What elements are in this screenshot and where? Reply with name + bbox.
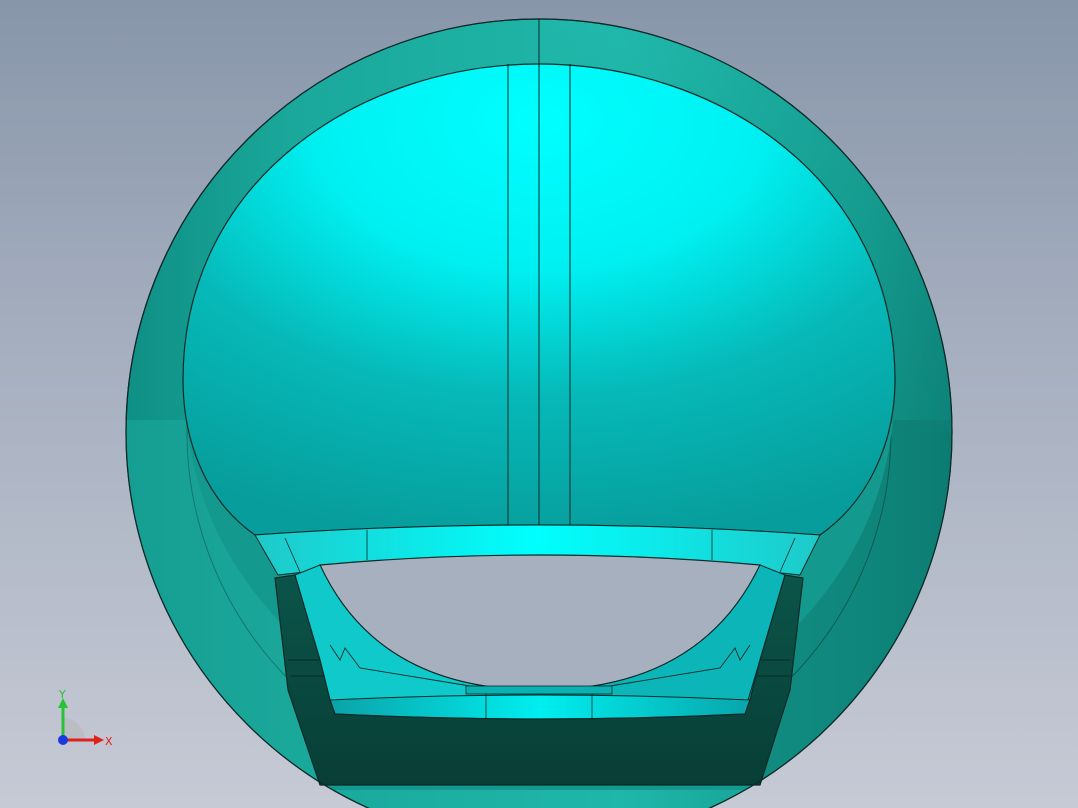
axis-triad: Y X	[58, 688, 113, 748]
x-axis-arrow	[94, 735, 104, 745]
y-axis-label: Y	[58, 688, 66, 701]
x-axis-label: X	[105, 735, 113, 748]
3d-model-view[interactable]	[0, 0, 1078, 808]
z-axis-dot	[58, 735, 68, 745]
cad-viewport[interactable]: Y X	[0, 0, 1078, 808]
